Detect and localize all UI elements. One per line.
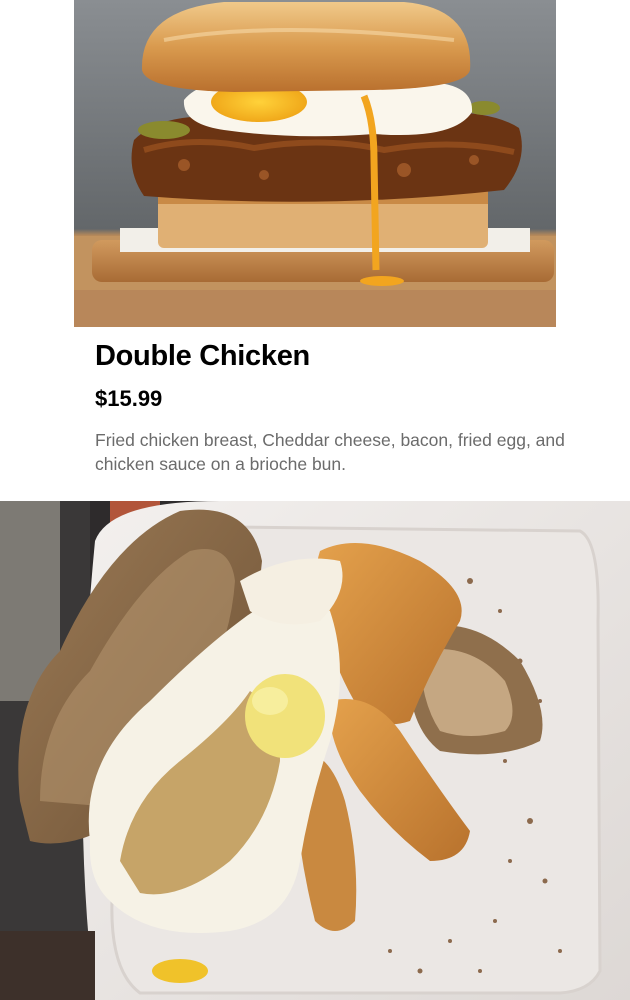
received-order-photo: [0, 501, 630, 1000]
menu-item-description: Fried chicken breast, Cheddar cheese, ba…: [95, 430, 565, 474]
menu-item-price: $15.99: [95, 386, 163, 411]
menu-item-title: Double Chicken: [95, 340, 310, 372]
menu-item-page: Double Chicken $15.99 Fried chicken brea…: [0, 0, 630, 1000]
menu-item-photo[interactable]: [74, 0, 556, 327]
